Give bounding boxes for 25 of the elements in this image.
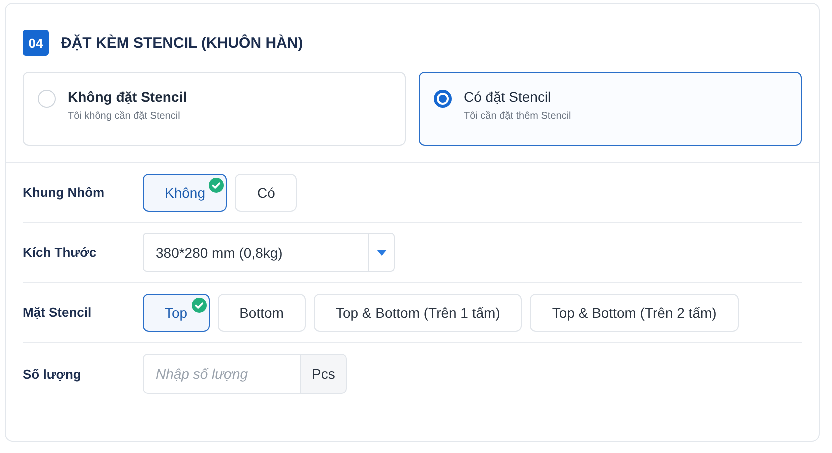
choice-button[interactable]: Top & Bottom (Trên 1 tấm) — [314, 294, 522, 332]
choice-button[interactable]: Top — [143, 294, 210, 332]
option-subtitle: Tôi cần đặt thêm Stencil — [464, 111, 572, 122]
field-label: Khung Nhôm — [23, 185, 106, 200]
field-label: Số lượng — [23, 366, 82, 382]
option-card[interactable]: Có đặt Stencil Tôi cần đặt thêm Stencil — [419, 72, 802, 146]
check-icon — [192, 298, 207, 312]
size-select[interactable]: 380*280 mm (0,8kg) — [143, 233, 395, 272]
section-title: ĐẶT KÈM STENCIL (KHUÔN HÀN) — [61, 34, 304, 52]
field-label: Kích Thước — [23, 245, 98, 260]
caret-icon — [376, 250, 386, 256]
option-subtitle: Tôi không cần đặt Stencil — [68, 111, 182, 122]
radio-button[interactable] — [434, 90, 452, 108]
field-label: Mặt Stencil — [23, 305, 93, 320]
option-title: Không đặt Stencil — [68, 89, 187, 105]
option-card[interactable]: Không đặt Stencil Tôi không cần đặt Stencil — [23, 72, 406, 146]
choice-button[interactable]: Không — [143, 174, 228, 212]
unit-label: Pcs — [301, 354, 348, 394]
quantity-field[interactable]: Nhập số lượng — [143, 354, 301, 394]
choice-button[interactable]: Bottom — [218, 294, 306, 332]
section-number: 04 — [23, 30, 49, 56]
choice-button[interactable]: Top & Bottom (Trên 2 tấm) — [530, 294, 739, 332]
choice-button[interactable]: Có — [235, 174, 298, 212]
check-icon — [209, 178, 224, 192]
option-title: Có đặt Stencil — [464, 89, 552, 105]
